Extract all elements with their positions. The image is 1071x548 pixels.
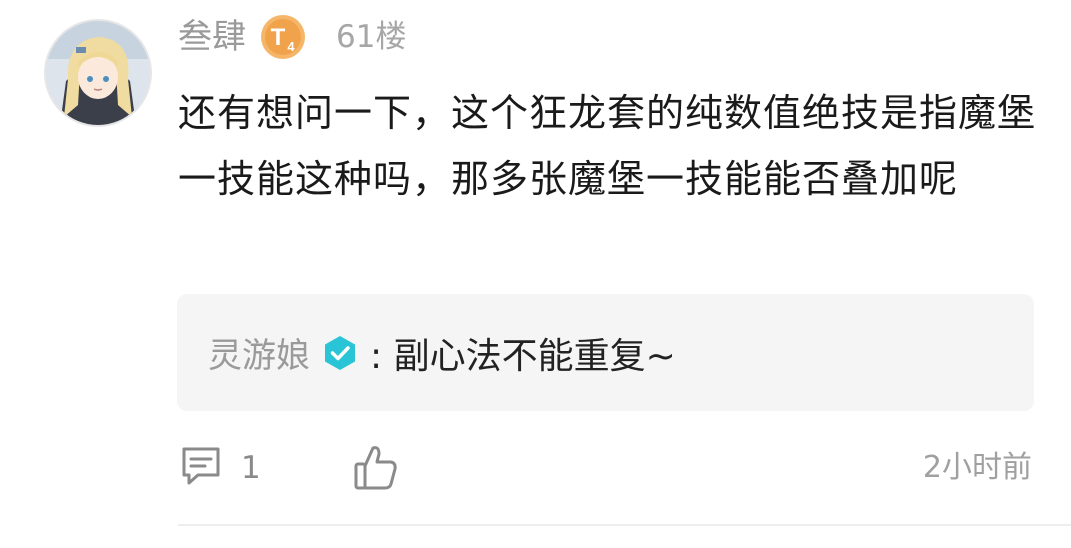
- comment-icon: [178, 443, 224, 493]
- reply-text: : 副心法不能重复~: [370, 335, 676, 377]
- comment-item: 叁肆 T 4 61楼 还有想问一下，这个狂龙套的纯数值绝技是指魔堡一技能这种吗，…: [0, 0, 1071, 548]
- thumbs-up-icon: [353, 446, 399, 496]
- reply-author[interactable]: 灵游娘: [208, 328, 310, 377]
- reply-count: 1: [241, 450, 261, 486]
- verified-icon: [322, 335, 358, 371]
- comment-header: 叁肆 T 4 61楼: [178, 14, 406, 60]
- reply-button[interactable]: 1: [178, 440, 261, 496]
- avatar[interactable]: [44, 19, 152, 127]
- svg-text:4: 4: [287, 39, 295, 54]
- level-badge-icon: T 4: [260, 14, 306, 60]
- comment-text: 还有想问一下，这个狂龙套的纯数值绝技是指魔堡一技能这种吗，那多张魔堡一技能能否叠…: [178, 91, 1037, 201]
- like-button[interactable]: [353, 442, 399, 492]
- floor-number: 61楼: [336, 19, 407, 55]
- svg-text:T: T: [271, 24, 286, 51]
- username[interactable]: 叁肆: [178, 14, 246, 60]
- divider: [178, 524, 1071, 526]
- timestamp: 2小时前: [922, 450, 1032, 485]
- reply-preview[interactable]: 灵游娘 : 副心法不能重复~: [177, 294, 1034, 411]
- comment-actions: 1 2小时前: [178, 440, 1034, 496]
